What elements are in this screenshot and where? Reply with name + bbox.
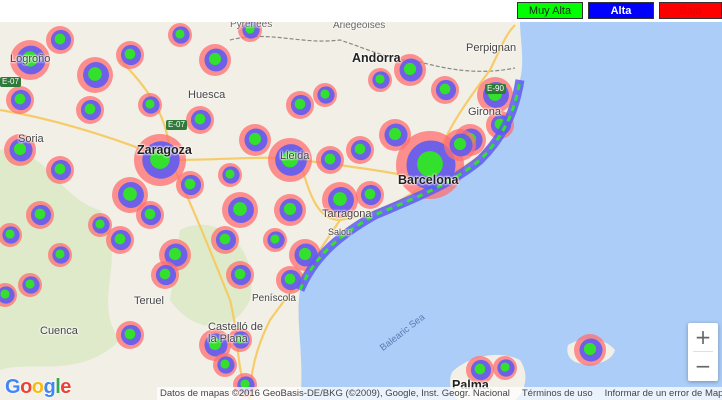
coverage-muy-alta-blob	[364, 188, 376, 200]
coverage-muy-alta-blob	[159, 268, 171, 280]
coverage-muy-alta-blob	[270, 234, 280, 244]
report-error-link[interactable]: Informar de un error de Maps	[605, 388, 722, 399]
terms-link[interactable]: Términos de uso	[522, 388, 593, 399]
coverage-muy-alta-blob	[124, 48, 136, 60]
coverage-muy-alta-blob	[34, 208, 46, 220]
map-app[interactable]: Pyrénées Ariégeoises Andorra Perpignan L…	[0, 0, 722, 400]
coverage-muy-alta-blob	[124, 328, 136, 340]
map-label-peniscola: Peníscola	[252, 293, 296, 304]
map-label-zaragoza: Zaragoza	[137, 143, 192, 157]
coverage-muy-alta-blob	[54, 163, 66, 175]
legend-muy-alta-button[interactable]: Muy Alta	[517, 2, 583, 19]
coverage-muy-alta-blob	[123, 187, 137, 201]
map-label-girona: Girona	[468, 106, 502, 118]
coverage-muy-alta-blob	[0, 289, 10, 299]
map-label-logrono: Logroño	[10, 53, 51, 65]
coverage-muy-alta-blob	[583, 342, 597, 356]
coverage-muy-alta-blob	[500, 362, 510, 372]
coverage-muy-alta-blob	[375, 74, 385, 84]
coverage-muy-alta-blob	[175, 29, 185, 39]
coverage-muy-alta-blob	[233, 202, 247, 216]
coverage-muy-alta-blob	[439, 83, 451, 95]
road-shield-e90: E-90	[485, 84, 506, 94]
road-shield-e07: E-07	[0, 77, 21, 87]
map-label-huesca: Huesca	[188, 89, 226, 101]
coverage-muy-alta-blob	[95, 219, 105, 229]
map-label-lleida: Lleida	[280, 150, 310, 162]
zoom-control: + −	[688, 323, 718, 381]
coverage-muy-alta-blob	[283, 202, 297, 216]
coverage-muy-alta-blob	[403, 62, 417, 76]
coverage-muy-alta-blob	[220, 359, 230, 369]
coverage-muy-alta-blob	[114, 233, 126, 245]
coverage-muy-alta-blob	[88, 67, 102, 81]
coverage-muy-alta-blob	[208, 52, 222, 66]
map-label-teruel: Teruel	[134, 295, 164, 307]
map-label-soria: Soria	[18, 133, 44, 145]
map-label-perpignan: Perpignan	[466, 42, 517, 54]
coverage-muy-alta-blob	[320, 89, 330, 99]
legend-baja-button[interactable]: Baja	[659, 2, 722, 19]
coverage-muy-alta-blob	[144, 208, 156, 220]
coverage-muy-alta-blob	[145, 99, 155, 109]
coverage-muy-alta-blob	[284, 273, 296, 285]
coverage-muy-alta-blob	[84, 103, 96, 115]
coverage-muy-alta-blob	[5, 229, 15, 239]
zoom-in-button[interactable]: +	[688, 323, 718, 351]
coverage-muy-alta-blob	[453, 137, 467, 151]
coverage-muy-alta-blob	[25, 279, 35, 289]
coverage-muy-alta-blob	[194, 113, 206, 125]
map-label-cuenca: Cuenca	[40, 325, 78, 337]
attribution-data: Datos de mapas ©2016 GeoBasis-DE/BKG (©2…	[160, 388, 510, 399]
coverage-muy-alta-blob	[298, 247, 312, 261]
coverage-muy-alta-blob	[54, 33, 66, 45]
map-label-castello: Castelló de la Plana	[208, 321, 264, 345]
coverage-muy-alta-blob	[184, 178, 196, 190]
coverage-muy-alta-blob	[474, 363, 486, 375]
coverage-muy-alta-blob	[294, 98, 306, 110]
coverage-muy-alta-blob	[333, 192, 347, 206]
coverage-muy-alta-blob	[388, 127, 402, 141]
google-logo[interactable]: Google	[5, 376, 71, 399]
map-attribution: Datos de mapas ©2016 GeoBasis-DE/BKG (©2…	[157, 387, 722, 400]
map-label-tarragona: Tarragona	[322, 208, 372, 220]
map-label-salou: Salou	[328, 227, 352, 237]
map-label-andorra: Andorra	[352, 51, 401, 65]
map-label-barcelona: Barcelona	[398, 173, 459, 187]
coverage-muy-alta-blob	[225, 169, 235, 179]
coverage-muy-alta-blob	[55, 249, 65, 259]
road-shield-e07: E-07	[166, 120, 187, 130]
coverage-muy-alta-blob	[219, 233, 231, 245]
coverage-muy-alta-blob	[234, 268, 246, 280]
legend-alta-button[interactable]: Alta	[588, 2, 654, 19]
coverage-muy-alta-blob	[354, 143, 366, 155]
coverage-muy-alta-blob	[168, 247, 182, 261]
zoom-out-button[interactable]: −	[688, 352, 718, 380]
coverage-muy-alta-blob	[14, 93, 26, 105]
coverage-muy-alta-blob	[324, 153, 336, 165]
coverage-muy-alta-blob	[248, 132, 262, 146]
